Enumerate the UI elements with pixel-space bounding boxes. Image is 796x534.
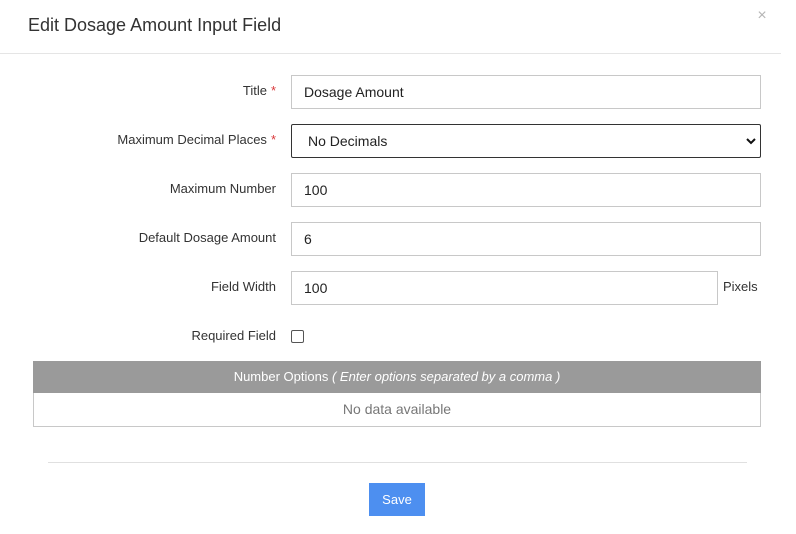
number-options-empty: No data available: [33, 393, 761, 427]
field-width-input[interactable]: 100: [291, 271, 718, 305]
modal-title: Edit Dosage Amount Input Field: [28, 15, 282, 35]
number-options-header: Number Options ( Enter options separated…: [33, 361, 761, 393]
number-options-table: Number Options ( Enter options separated…: [33, 361, 761, 427]
max-decimal-places-row: Maximum Decimal Places * No Decimals: [0, 124, 796, 158]
chevron-down-icon: [746, 138, 756, 145]
required-marker: *: [270, 83, 276, 98]
number-options-hint: ( Enter options separated by a comma ): [331, 369, 561, 384]
max-decimal-places-select[interactable]: No Decimals: [291, 124, 761, 158]
default-dosage-amount-row: Default Dosage Amount 6: [0, 222, 796, 256]
modal-header: Edit Dosage Amount Input Field: [0, 0, 781, 54]
default-dosage-amount-input[interactable]: 6: [291, 222, 761, 256]
max-decimal-places-label: Maximum Decimal Places *: [117, 124, 276, 158]
footer-divider: [48, 462, 747, 463]
number-options-title: Number Options: [233, 369, 329, 384]
default-dosage-amount-label: Default Dosage Amount: [138, 230, 276, 245]
title-row: Title * Dosage Amount: [0, 75, 796, 109]
max-decimal-places-label-text: Maximum Decimal Places: [117, 132, 267, 147]
required-marker: *: [270, 132, 276, 147]
field-width-label: Field Width: [210, 279, 276, 294]
field-width-unit: Pixels: [723, 279, 758, 294]
required-field-checkbox[interactable]: [291, 330, 304, 343]
save-button[interactable]: Save: [369, 483, 425, 516]
close-icon[interactable]: ×: [752, 6, 772, 26]
field-width-row: Field Width 100 Pixels: [0, 271, 796, 305]
title-label-text: Title: [242, 83, 267, 98]
title-label: Title *: [243, 75, 276, 109]
max-number-label: Maximum Number: [169, 181, 276, 196]
max-number-row: Maximum Number 100: [0, 173, 796, 207]
title-input[interactable]: Dosage Amount: [291, 75, 761, 109]
required-field-label: Required Field: [191, 328, 276, 343]
required-field-row: Required Field: [0, 320, 796, 354]
max-number-input[interactable]: 100: [291, 173, 761, 207]
edit-field-modal: Edit Dosage Amount Input Field × Title * …: [0, 0, 796, 534]
max-decimal-places-selected: No Decimals: [308, 133, 388, 149]
